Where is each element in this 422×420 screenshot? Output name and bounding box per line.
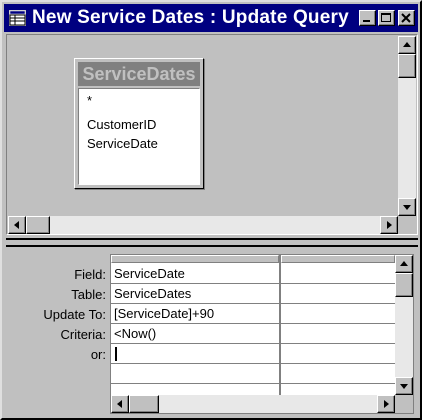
upper-vertical-thumb[interactable] bbox=[398, 54, 416, 78]
field-list-body[interactable]: * CustomerID ServiceDate bbox=[78, 88, 200, 185]
scroll-right-button[interactable] bbox=[380, 216, 398, 234]
field-list-item-all[interactable]: * bbox=[87, 93, 92, 108]
cell-update-to-1[interactable]: [ServiceDate]+90 bbox=[111, 304, 279, 324]
cell-or-2[interactable] bbox=[281, 344, 395, 364]
design-grid[interactable]: ServiceDate ServiceDates [ServiceDate]+9… bbox=[110, 254, 414, 414]
scroll-left-button[interactable] bbox=[8, 216, 26, 234]
row-label-or: or: bbox=[90, 347, 106, 362]
field-list-item-customerid[interactable]: CustomerID bbox=[87, 117, 156, 132]
table-pane-area[interactable]: ServiceDates * CustomerID ServiceDate bbox=[8, 36, 397, 216]
title-bar[interactable]: New Service Dates : Update Query bbox=[4, 4, 418, 32]
minimize-button[interactable] bbox=[359, 10, 376, 26]
grid-horizontal-thumb[interactable] bbox=[129, 395, 159, 413]
arrow-right-icon bbox=[384, 400, 389, 408]
close-icon bbox=[401, 13, 411, 23]
grid-scroll-left-button[interactable] bbox=[111, 395, 129, 413]
row-label-table: Table: bbox=[71, 287, 106, 302]
arrow-down-icon bbox=[403, 205, 411, 210]
field-list-window[interactable]: ServiceDates * CustomerID ServiceDate bbox=[74, 58, 204, 189]
table-pane[interactable]: ServiceDates * CustomerID ServiceDate bbox=[6, 34, 418, 235]
arrow-left-icon bbox=[14, 221, 19, 229]
arrow-down-icon bbox=[400, 384, 408, 389]
maximize-button[interactable] bbox=[378, 10, 395, 26]
scroll-down-button[interactable] bbox=[398, 198, 416, 216]
cell-field-2[interactable] bbox=[281, 264, 395, 284]
grid-scroll-right-button[interactable] bbox=[377, 395, 395, 413]
row-label-update-to: Update To: bbox=[43, 307, 106, 322]
cell-criteria-1[interactable]: <Now() bbox=[111, 324, 279, 344]
close-button[interactable] bbox=[398, 10, 415, 26]
design-grid-pane[interactable]: Field: Table: Update To: Criteria: or: S… bbox=[6, 250, 418, 416]
arrow-up-icon bbox=[400, 261, 408, 266]
window-title: New Service Dates : Update Query bbox=[32, 7, 349, 28]
field-list-item-servicedate[interactable]: ServiceDate bbox=[87, 136, 158, 151]
grid-vertical-scrollbar[interactable] bbox=[395, 255, 413, 395]
upper-horizontal-thumb[interactable] bbox=[26, 216, 50, 234]
cell-field-1[interactable]: ServiceDate bbox=[111, 264, 279, 284]
grid-horizontal-scrollbar[interactable] bbox=[111, 395, 395, 413]
row-label-field: Field: bbox=[74, 267, 106, 282]
upper-vertical-scrollbar[interactable] bbox=[398, 36, 416, 216]
cell-table-2[interactable] bbox=[281, 284, 395, 304]
grid-vertical-thumb[interactable] bbox=[395, 273, 413, 297]
column-selector-2[interactable] bbox=[281, 255, 395, 263]
size-box bbox=[398, 216, 416, 234]
upper-horizontal-scrollbar[interactable] bbox=[8, 216, 398, 234]
arrow-up-icon bbox=[403, 42, 411, 47]
pane-splitter[interactable] bbox=[6, 238, 418, 247]
cell-criteria-2[interactable] bbox=[281, 324, 395, 344]
cell-empty-1[interactable] bbox=[111, 364, 279, 384]
grid-scroll-down-button[interactable] bbox=[395, 377, 413, 395]
arrow-right-icon bbox=[387, 221, 392, 229]
scroll-up-button[interactable] bbox=[398, 36, 416, 54]
field-list-title[interactable]: ServiceDates bbox=[78, 62, 200, 86]
minimize-icon bbox=[363, 20, 370, 22]
grid-size-box bbox=[395, 395, 413, 413]
cell-update-to-2[interactable] bbox=[281, 304, 395, 324]
arrow-left-icon bbox=[117, 400, 122, 408]
query-window: New Service Dates : Update Query Service… bbox=[0, 0, 422, 420]
grid-scroll-up-button[interactable] bbox=[395, 255, 413, 273]
text-caret bbox=[115, 347, 117, 361]
column-selector-1[interactable] bbox=[111, 255, 279, 263]
cell-table-1[interactable]: ServiceDates bbox=[111, 284, 279, 304]
cell-or-1[interactable] bbox=[111, 344, 279, 364]
query-icon[interactable] bbox=[9, 10, 26, 26]
maximize-icon bbox=[381, 13, 391, 22]
row-label-criteria: Criteria: bbox=[60, 327, 106, 342]
